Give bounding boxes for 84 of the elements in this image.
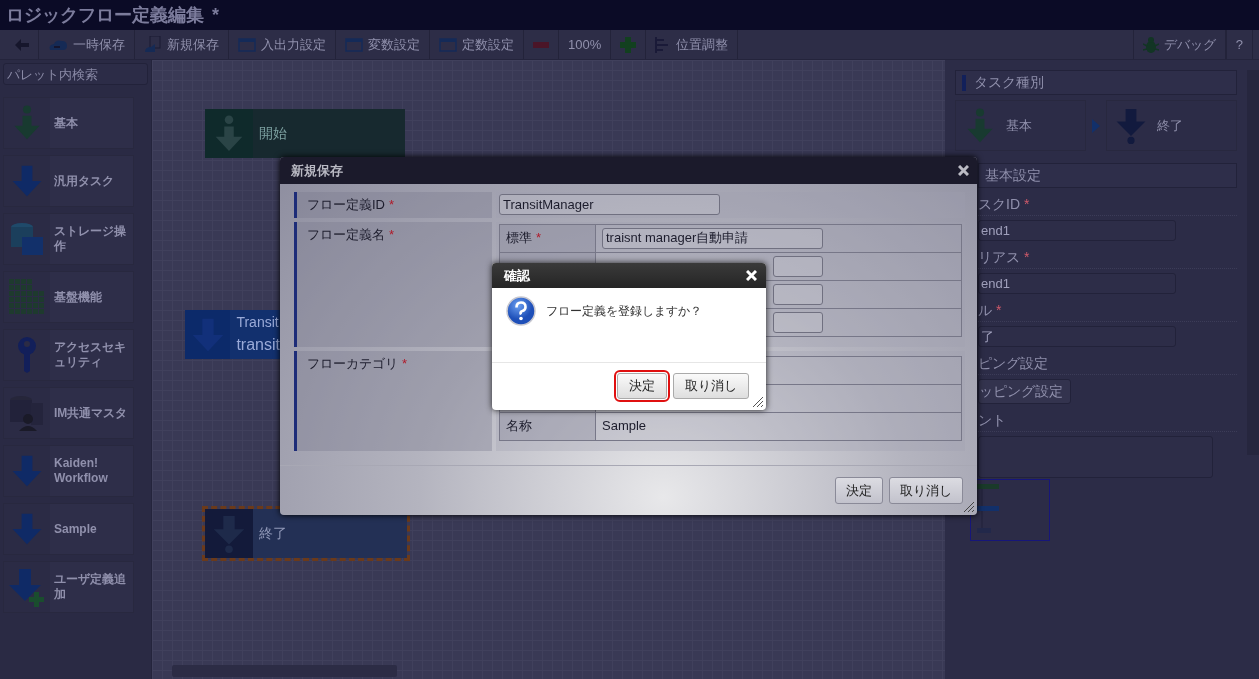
back-arrow-icon: [15, 38, 29, 51]
zoom-level[interactable]: 100%: [568, 34, 602, 55]
required-mark: *: [536, 230, 542, 246]
help-button[interactable]: ?: [1235, 34, 1243, 55]
node-label: 開始: [259, 124, 288, 143]
mapping-button[interactable]: ッピング設定: [978, 379, 1071, 404]
field-label: 標準: [506, 230, 532, 246]
question-icon: [506, 296, 536, 326]
task-type-label: 終了: [1157, 116, 1183, 135]
field-label: 名称: [506, 418, 532, 434]
plus-icon[interactable]: [620, 36, 637, 53]
node-label: Transit: [236, 313, 280, 332]
resize-grip-icon[interactable]: [753, 397, 763, 407]
text-field[interactable]: end1: [978, 273, 1176, 294]
palette-item[interactable]: ユーザ定義追加: [3, 561, 134, 613]
window-icon[interactable]: [439, 37, 457, 52]
minimap[interactable]: [970, 479, 1050, 541]
close-icon[interactable]: [958, 165, 969, 176]
text-field[interactable]: 了: [978, 326, 1176, 347]
text-field[interactable]: traisnt manager自動申請: [602, 227, 823, 249]
palette-item[interactable]: アクセスセキュリティ: [3, 329, 134, 381]
required-mark: *: [1024, 196, 1030, 212]
dialog-message: フロー定義を登録しますか？: [546, 303, 702, 320]
minus-icon[interactable]: [533, 41, 549, 48]
field-label: フロー定義ID: [307, 197, 385, 212]
field-label: ント: [978, 412, 1006, 428]
field-label: リアス: [978, 249, 1020, 265]
section-title: 基本設定: [985, 166, 1041, 185]
field-label: ピング設定: [978, 355, 1048, 371]
text-field[interactable]: TransitManager: [499, 194, 720, 215]
flow-node[interactable]: Transit transit: [185, 310, 280, 359]
database-icon: [10, 222, 44, 256]
toolbar-label[interactable]: 定数設定: [462, 34, 514, 55]
chevron-icon: [1092, 118, 1100, 133]
palette-item[interactable]: ストレージ操作: [3, 213, 134, 265]
field-label: ル: [978, 302, 992, 318]
resize-grip-icon[interactable]: [964, 502, 974, 512]
arrow-plus-icon: [7, 567, 47, 607]
text-field[interactable]: [773, 283, 823, 305]
cloud-icon[interactable]: [48, 37, 68, 52]
dialog-button[interactable]: 決定: [617, 373, 667, 399]
required-mark: *: [402, 355, 408, 371]
required-mark: *: [389, 197, 395, 212]
section-title: タスク種別: [974, 73, 1044, 92]
flow-node[interactable]: 開始: [205, 109, 405, 158]
field-label: スクID: [978, 196, 1020, 212]
flow-node[interactable]: 終了: [205, 509, 407, 558]
toolbar-label[interactable]: 位置調整: [676, 34, 729, 55]
window-title: ロジックフロー定義編集: [6, 3, 204, 27]
required-mark: *: [1024, 249, 1030, 265]
palette-item[interactable]: Sample: [3, 503, 134, 555]
toolbar-label[interactable]: 入出力設定: [261, 34, 326, 55]
task-type-label: 基本: [1006, 116, 1032, 135]
required-mark: *: [996, 302, 1002, 318]
palette-item[interactable]: Kaiden! Workflow: [3, 445, 134, 497]
key-icon: [16, 337, 38, 373]
palette-item[interactable]: IM共通マスタ: [3, 387, 134, 439]
modified-mark: *: [212, 3, 219, 27]
palette-item[interactable]: 汎用タスク: [3, 155, 134, 207]
window-icon[interactable]: [238, 37, 256, 52]
dialog-button[interactable]: 決定: [835, 476, 883, 505]
dialog-button[interactable]: 取り消し: [673, 373, 749, 399]
window-icon[interactable]: [345, 37, 363, 52]
dialog-title: 新規保存: [291, 161, 343, 180]
dialog-button[interactable]: 取り消し: [889, 476, 963, 505]
node-label: 終了: [259, 524, 288, 543]
document-icon[interactable]: [144, 35, 162, 54]
database-icon: [9, 395, 45, 431]
text-field[interactable]: [773, 311, 823, 333]
bug-icon[interactable]: [1142, 36, 1159, 53]
dialog-title: 確認: [504, 266, 530, 285]
toolbar-label[interactable]: 新規保存: [167, 34, 219, 55]
field-label: フローカテゴリ: [307, 355, 398, 371]
field-label: フロー定義名: [307, 226, 385, 242]
node-sublabel: transit: [236, 335, 280, 355]
palette-item[interactable]: 基本: [3, 97, 134, 149]
text-field[interactable]: [773, 255, 823, 277]
search-field[interactable]: パレット内検索: [3, 63, 148, 85]
text-field[interactable]: end1: [978, 220, 1176, 241]
toolbar-label[interactable]: デバッグ: [1163, 34, 1216, 55]
required-mark: *: [389, 226, 395, 242]
palette-item[interactable]: 基盤機能: [3, 271, 134, 323]
cell-value: Sample: [602, 418, 647, 434]
toolbar-label[interactable]: 変数設定: [368, 34, 420, 55]
